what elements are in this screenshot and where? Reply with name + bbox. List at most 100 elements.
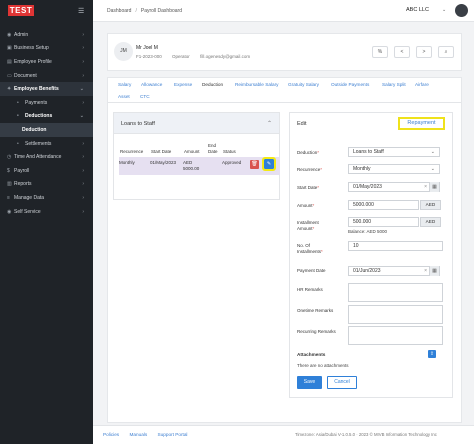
footer-links: Policies Manuals Support Portal [103, 432, 196, 437]
sidebar-item-employee-benefits[interactable]: ✦ Employee Benefits ⌄ [0, 82, 93, 96]
required-marker: * [312, 203, 315, 208]
attachments-label: Attachments [297, 352, 326, 357]
tab-airfare[interactable]: Airfare [415, 82, 429, 87]
tab-allowance[interactable]: Allowance [141, 82, 162, 87]
chevron-icon: › [82, 167, 84, 174]
sidebar-item-payments[interactable]: • Payments › [0, 96, 93, 110]
employee-role: Operator [172, 54, 190, 59]
chevron-down-icon: ⌄ [79, 113, 84, 120]
onetime-remarks-textarea[interactable] [348, 305, 443, 324]
amount-input[interactable]: 5000.000 [348, 200, 419, 210]
previous-button[interactable]: < [394, 46, 410, 58]
sidebar-item-employee-profile[interactable]: ▤ Employee Profile › [0, 55, 93, 69]
recurrence-label: Recurrence* [297, 167, 323, 172]
company-selector[interactable]: ABC LLC [406, 7, 429, 13]
chevron-icon: › [82, 31, 84, 38]
employee-name: Mr Joel M [136, 45, 158, 51]
clear-icon[interactable]: × [424, 267, 427, 275]
recurrence-select[interactable]: Monthly ⌄ [348, 164, 440, 174]
chevron-down-icon: ⌄ [79, 86, 84, 93]
sidebar-item-settlements[interactable]: • Settlements › [0, 137, 93, 151]
tab-gratuity-salary[interactable]: Gratuity Salary [288, 82, 319, 87]
balance-text: Balance: AED 5000 [348, 229, 388, 234]
user-avatar[interactable] [455, 4, 468, 17]
sidebar-item-payroll[interactable]: $ Payroll › [0, 164, 93, 178]
edit-title: Edit [297, 121, 307, 127]
sidebar-item-document[interactable]: ▭ Document › [0, 69, 93, 83]
employee-meta: F1-2023-000 Operator fill.ogenesdy@gmail… [136, 54, 259, 59]
installments-input[interactable]: 10 [348, 241, 443, 251]
user-icon: ◉ [7, 31, 12, 38]
edit-icon[interactable]: ✎ [262, 157, 276, 171]
hamburger-icon[interactable]: ☰ [78, 7, 84, 15]
search-button[interactable]: ⌕ [438, 46, 454, 58]
tab-reimbursable-salary[interactable]: Reimbursable Salary [235, 82, 279, 87]
required-marker: * [321, 249, 323, 254]
breadcrumb-dashboard[interactable]: Dashboard [107, 8, 131, 14]
deduction-select[interactable]: Loans to Staff ⌄ [348, 147, 440, 157]
breadcrumb-separator: / [135, 8, 137, 14]
recurring-remarks-label: Recurring Remarks [297, 329, 336, 334]
installment-amount-input[interactable]: 500.000 [348, 217, 419, 227]
sidebar-item-reports[interactable]: ▥ Reports › [0, 178, 93, 192]
tab-salary[interactable]: Salary [118, 82, 131, 87]
sidebar-item-business-setup[interactable]: ▣ Business Setup › [0, 42, 93, 56]
app-logo[interactable]: TEST [8, 5, 34, 16]
footer-link-policies[interactable]: Policies [103, 432, 119, 437]
loans-card-header[interactable]: Loans to Staff ⌃ [114, 113, 279, 134]
tab-outside-payments[interactable]: Outside Payments [331, 82, 369, 87]
payment-date-field[interactable]: 01/Jun/2023 × ▦ [348, 266, 440, 276]
tab-expense[interactable]: Expense [174, 82, 192, 87]
hr-remarks-textarea[interactable] [348, 283, 443, 302]
sidebar-item-time-attendance[interactable]: ◷ Time And Attendance › [0, 150, 93, 164]
save-button[interactable]: Save [297, 376, 322, 389]
column-recurrence: Recurrence [120, 149, 144, 154]
next-button[interactable]: > [416, 46, 432, 58]
tab-divider [108, 102, 461, 103]
required-marker: * [312, 226, 315, 231]
delete-icon[interactable]: 🗑 [250, 160, 259, 169]
recurring-remarks-textarea[interactable] [348, 326, 443, 345]
repayment-button[interactable]: Repayment [398, 117, 445, 130]
start-date-field[interactable]: 01/May/2023 × ▦ [348, 182, 440, 192]
column-status: Status [223, 149, 236, 154]
upload-icon[interactable]: ⇪ [428, 350, 436, 358]
sidebar-item-deduction[interactable]: Deduction [0, 123, 93, 137]
bullet-icon: • [17, 140, 19, 147]
start-date-label: Start Date* [297, 185, 320, 190]
money-icon: $ [7, 167, 10, 174]
percent-button[interactable]: % [372, 46, 388, 58]
id-card-icon: ▤ [7, 58, 12, 65]
sidebar-item-admin[interactable]: ◉ Admin › [0, 28, 93, 42]
calendar-icon[interactable]: ▦ [429, 266, 439, 276]
loans-card: Loans to Staff ⌃ Recurrence Start Date A… [113, 112, 280, 200]
clear-icon[interactable]: × [424, 183, 427, 191]
tab-asset[interactable]: Asset [118, 94, 130, 99]
tab-ctc[interactable]: CTC [140, 94, 150, 99]
tab-salary-split[interactable]: Salary Split [382, 82, 406, 87]
footer-info: Timezone: Asia/Dubai V-1.0.5.0 · 2023 © … [295, 432, 437, 437]
tab-deduction[interactable]: Deduction [202, 82, 223, 87]
breadcrumb-payroll-dashboard[interactable]: Payroll Dashboard [141, 8, 182, 14]
hr-remarks-label: HR Remarks [297, 287, 323, 292]
chevron-down-icon[interactable]: ⌄ [442, 7, 446, 13]
sidebar-item-manage-data[interactable]: ≡ Manage Data › [0, 191, 93, 205]
footer-link-support[interactable]: Support Portal [158, 432, 188, 437]
calendar-icon[interactable]: ▦ [429, 182, 439, 192]
bullet-icon: • [17, 113, 19, 120]
row-amount: AED 5000.00 [183, 160, 200, 171]
chevron-icon: › [82, 45, 84, 52]
gift-icon: ✦ [7, 86, 12, 93]
sidebar-item-deductions[interactable]: • Deductions ⌄ [0, 110, 93, 124]
footer-link-manuals[interactable]: Manuals [129, 432, 147, 437]
table-row[interactable]: Monthly 01/May/2023 AED 5000.00 Approved… [119, 157, 280, 175]
chevron-up-icon[interactable]: ⌃ [267, 120, 272, 127]
chevron-icon: › [82, 99, 84, 106]
payment-date-label: Payment Date [297, 268, 326, 273]
amount-label: Amount* [297, 203, 315, 208]
chevron-icon: › [82, 181, 84, 188]
top-bar: Dashboard / Payroll Dashboard ABC LLC ⌄ [93, 0, 474, 22]
sidebar-item-self-service[interactable]: ◉ Self Service › [0, 205, 93, 219]
row-status: Approved [222, 160, 242, 165]
cancel-button[interactable]: Cancel [327, 376, 357, 389]
